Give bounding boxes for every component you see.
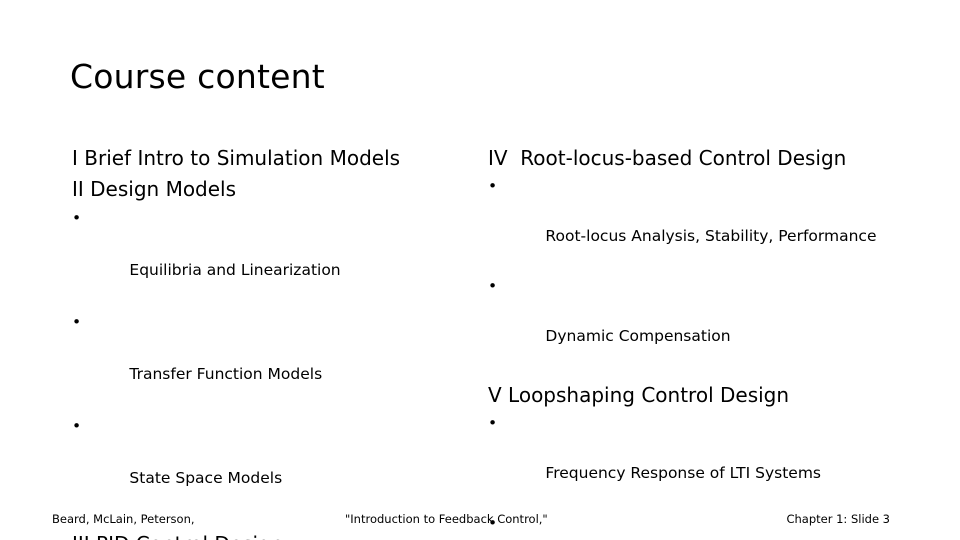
footer-slide-number: Chapter 1: Slide 3: [786, 512, 890, 526]
list-item-label: Dynamic Compensation: [545, 327, 731, 345]
list-item-label: Frequency Response of LTI Systems: [545, 464, 822, 482]
section-heading-ii: II Design Models: [72, 177, 237, 201]
footer-book-title: "Introduction to Feedback Control,": [345, 512, 548, 526]
list-item: • State Space Models: [72, 413, 482, 517]
list-item: • Transfer Function Models: [72, 309, 482, 413]
list-item: • Root-locus Analysis, Stability, Perfor…: [488, 174, 908, 274]
section-heading-iv: IV Root-locus-based Control Design: [488, 146, 847, 170]
bullet-dot-icon: •: [72, 417, 82, 435]
list-item-label: State Space Models: [129, 469, 283, 487]
page-title: Course content: [70, 57, 325, 96]
bullet-dot-icon: •: [488, 277, 498, 295]
presentation-slide: Course content I Brief Intro to Simulati…: [0, 0, 960, 540]
slide-footer: Beard, McLain, Peterson, "Introduction t…: [0, 512, 960, 532]
list-item: • Frequency Response of LTI Systems: [488, 411, 908, 511]
list-item: • Dynamic Compensation: [488, 274, 908, 374]
right-content-column: IV Root-locus-based Control Design • Roo…: [488, 143, 908, 540]
footer-authors: Beard, McLain, Peterson,: [52, 512, 195, 526]
bullet-dot-icon: •: [488, 414, 498, 432]
section-heading-v: V Loopshaping Control Design: [488, 383, 790, 407]
section-heading-i: I Brief Intro to Simulation Models: [72, 146, 401, 170]
section-iv-bullet-list: • Root-locus Analysis, Stability, Perfor…: [488, 174, 908, 374]
section-ii-bullet-list: • Equilibria and Linearization • Transfe…: [72, 205, 482, 517]
list-item: • Equilibria and Linearization: [72, 205, 482, 309]
list-item-label: Root-locus Analysis, Stability, Performa…: [545, 227, 877, 245]
bullet-dot-icon: •: [72, 209, 82, 227]
bullet-dot-icon: •: [72, 313, 82, 331]
left-content-column: I Brief Intro to Simulation Models II De…: [72, 143, 482, 540]
list-item-label: Transfer Function Models: [129, 365, 323, 383]
bullet-dot-icon: •: [488, 177, 498, 195]
list-item-label: Equilibria and Linearization: [129, 261, 341, 279]
